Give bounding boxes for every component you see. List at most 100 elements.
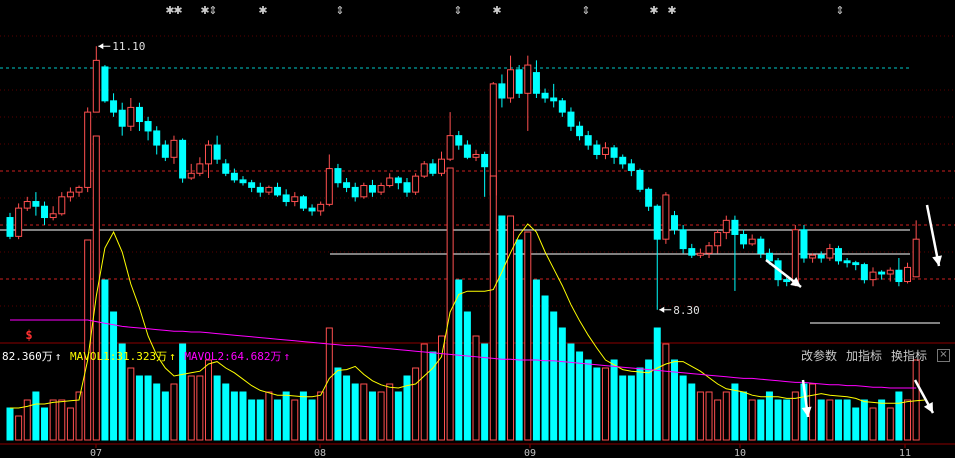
candle-body-46 <box>403 182 411 193</box>
volume-bar-93 <box>809 383 817 441</box>
volume-bar-3 <box>32 391 40 441</box>
candle-body-38 <box>334 168 342 184</box>
candle-body-70 <box>610 147 618 158</box>
candle-body-60 <box>524 64 532 94</box>
volume-bar-50 <box>438 335 445 441</box>
volume-bar-82 <box>714 399 722 441</box>
candle-body-9 <box>84 111 92 188</box>
mavol1-label: MAVOL1:31.323万 <box>70 350 168 363</box>
volume-info-bar: 82.360万 ↑ MAVOL1:31.323万 ↑ MAVOL2:64.682万 ↑ <box>2 348 292 364</box>
volume-bar-44 <box>386 383 394 441</box>
candle-body-100 <box>869 271 877 281</box>
volume-bar-102 <box>886 407 894 441</box>
volume-arrow-icon: ↑ <box>54 350 62 363</box>
candle-body-18 <box>161 144 169 158</box>
candle-body-61 <box>532 72 540 94</box>
candle-body-53 <box>463 144 471 158</box>
candle-body-90 <box>783 279 791 283</box>
candle-body-80 <box>696 252 704 256</box>
volume-bar-27 <box>239 391 247 441</box>
volume-bar-51 <box>446 167 454 441</box>
volume-bar-37 <box>325 327 333 441</box>
switch-indicator-button[interactable]: 换指标 <box>891 347 927 364</box>
volume-bar-60 <box>524 231 532 441</box>
candle-body-71 <box>619 156 627 165</box>
candle-body-34 <box>299 196 307 209</box>
volume-bar-96 <box>834 399 842 441</box>
volume-bar-10 <box>92 135 100 441</box>
candle-body-13 <box>118 109 126 127</box>
volume-bar-41 <box>360 383 368 441</box>
candle-body-82 <box>714 232 722 247</box>
candle-body-20 <box>179 139 187 179</box>
top-marker-1: ✱ <box>173 4 182 17</box>
candle-body-33 <box>291 196 299 203</box>
candle-body-14 <box>127 106 135 127</box>
candle-body-25 <box>222 163 230 174</box>
volume-bar-103 <box>895 391 903 441</box>
candle-body-84 <box>731 219 739 235</box>
volume-bar-21 <box>187 375 195 441</box>
mavol2-label: MAVOL2:64.682万 <box>184 350 282 363</box>
volume-bar-48 <box>420 343 428 441</box>
candle-body-50 <box>438 158 445 174</box>
volume-bar-79 <box>688 383 696 441</box>
candle-body-55 <box>481 153 489 168</box>
candle-body-65 <box>567 111 575 127</box>
candle-body-17 <box>153 130 161 146</box>
volume-bar-30 <box>265 391 273 441</box>
top-marker-10: ✱ <box>667 4 676 17</box>
candle-body-26 <box>230 172 238 181</box>
candle-body-79 <box>688 248 696 256</box>
low-price-label: 8.30 <box>673 304 700 317</box>
candle-body-95 <box>826 248 834 259</box>
candle-body-66 <box>576 125 584 137</box>
candle-body-49 <box>429 163 437 174</box>
volume-bar-28 <box>248 399 256 441</box>
top-marker-8: ⇕ <box>581 4 590 17</box>
top-marker-6: ⇕ <box>453 4 462 17</box>
candle-body-76 <box>662 194 670 240</box>
x-axis: 07 08 09 10 11 <box>90 444 911 458</box>
candle-body-59 <box>515 69 523 94</box>
volume-bar-68 <box>593 367 601 441</box>
x-tick-label-3: 10 <box>734 448 746 458</box>
candle-body-43 <box>377 185 385 193</box>
close-icon[interactable]: × <box>937 349 950 362</box>
x-tick-label-0: 07 <box>90 448 102 458</box>
high-arrow-icon <box>98 43 104 50</box>
candle-body-45 <box>394 177 402 184</box>
volume-bar-94 <box>817 399 825 441</box>
volume-bar-32 <box>282 391 290 441</box>
candle-body-48 <box>420 163 428 177</box>
add-indicator-button[interactable]: 加指标 <box>846 347 882 364</box>
candle-body-10 <box>92 59 100 113</box>
modify-params-button[interactable]: 改参数 <box>801 347 837 364</box>
volume-bar-76 <box>662 343 670 441</box>
candle-body-64 <box>558 100 566 113</box>
candle-body-2 <box>23 201 31 209</box>
volume-bar-98 <box>852 407 860 441</box>
volume-bar-16 <box>144 375 152 441</box>
candle-body-21 <box>187 172 195 179</box>
candle-body-12 <box>110 100 118 113</box>
volume-bar-35 <box>308 399 316 441</box>
support-resistance-lines <box>0 229 940 324</box>
candlestick-chart: ✱✱ ✱⇕ ✱ ⇕ ⇕ ✱ ⇕ ✱ ✱ ⇕ 07 08 09 10 11 11.108.30$ <box>0 4 955 458</box>
high-price-label: 11.10 <box>112 40 145 53</box>
candle-body-91 <box>791 229 799 283</box>
volume-bar-86 <box>748 399 756 441</box>
volume-bar-83 <box>722 391 730 441</box>
volume-bar-31 <box>274 399 282 441</box>
volume-bar-36 <box>317 391 325 441</box>
candle-body-11 <box>101 66 109 102</box>
volume-bar-26 <box>230 391 238 441</box>
top-marker-3: ⇕ <box>208 4 217 17</box>
candle-body-83 <box>722 219 730 234</box>
volume-bar-42 <box>368 391 376 441</box>
volume-bar-24 <box>213 375 221 441</box>
candle-body-0 <box>6 217 14 237</box>
volume-bar-62 <box>541 295 549 441</box>
candle-body-24 <box>213 144 221 160</box>
candle-body-94 <box>817 254 825 259</box>
